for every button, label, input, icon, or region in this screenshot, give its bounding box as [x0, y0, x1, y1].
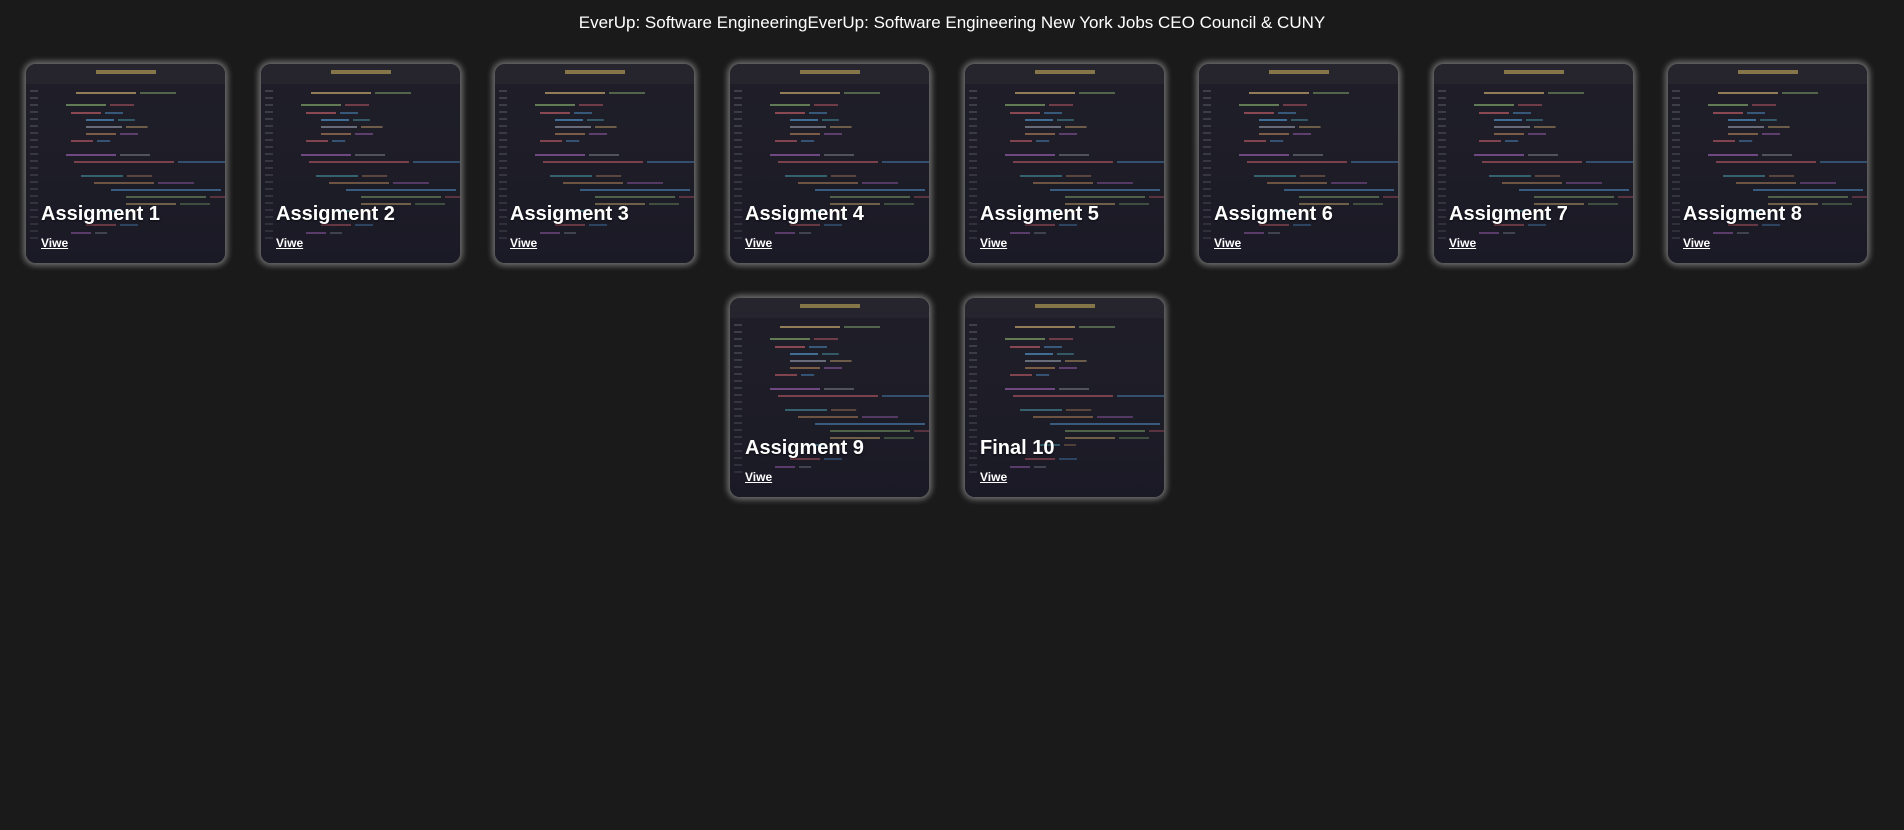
card-title: Final 10	[980, 437, 1055, 459]
card-title: Assigment 9	[745, 437, 864, 459]
assignment-card-2[interactable]: Assigment 2 Viwe	[261, 64, 460, 263]
view-link[interactable]: Viwe	[980, 236, 1007, 250]
page-title: EverUp: Software EngineeringEverUp: Soft…	[578, 13, 1326, 32]
assignment-card-4[interactable]: Assigment 4 Viwe	[730, 64, 929, 263]
card-title: Assigment 3	[510, 203, 629, 225]
view-link[interactable]: Viwe	[1214, 236, 1241, 250]
view-link[interactable]: Viwe	[510, 236, 537, 250]
card-title: Assigment 2	[276, 203, 395, 225]
assignment-card-1[interactable]: Assigment 1 Viwe	[26, 64, 225, 263]
assignment-card-8[interactable]: Assigment 8 Viwe	[1668, 64, 1867, 263]
assignment-card-6[interactable]: Assigment 6 Viwe	[1199, 64, 1398, 263]
view-link[interactable]: Viwe	[980, 470, 1007, 484]
card-title: Assigment 8	[1683, 203, 1802, 225]
card-title: Assigment 6	[1214, 203, 1333, 225]
view-link[interactable]: Viwe	[745, 236, 772, 250]
assignment-card-3[interactable]: Assigment 3 Viwe	[495, 64, 694, 263]
card-title: Assigment 4	[745, 203, 864, 225]
view-link[interactable]: Viwe	[1683, 236, 1710, 250]
assignment-card-9[interactable]: Assigment 9 Viwe	[730, 298, 929, 497]
card-title: Assigment 7	[1449, 203, 1568, 225]
assignment-card-10[interactable]: Final 10 Viwe	[965, 298, 1164, 497]
view-link[interactable]: Viwe	[745, 470, 772, 484]
view-link[interactable]: Viwe	[41, 236, 68, 250]
assignment-card-7[interactable]: Assigment 7 Viwe	[1434, 64, 1633, 263]
assignment-card-5[interactable]: Assigment 5 Viwe	[965, 64, 1164, 263]
view-link[interactable]: Viwe	[1449, 236, 1476, 250]
card-title: Assigment 5	[980, 203, 1099, 225]
view-link[interactable]: Viwe	[276, 236, 303, 250]
card-title: Assigment 1	[41, 203, 160, 225]
